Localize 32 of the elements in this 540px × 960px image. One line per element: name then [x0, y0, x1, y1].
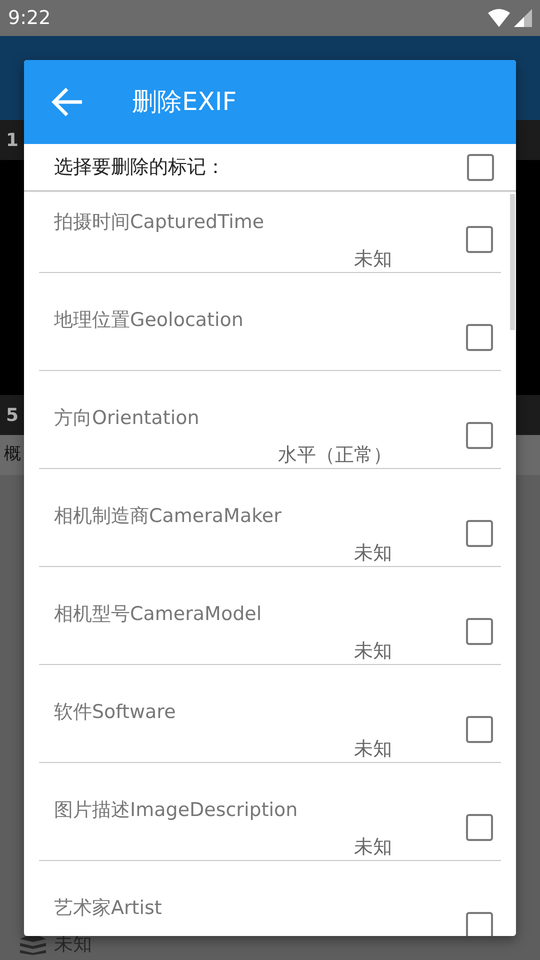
- tab-label[interactable]: 概: [4, 442, 21, 468]
- checkbox[interactable]: [466, 912, 493, 936]
- checkbox[interactable]: [466, 814, 493, 841]
- checkbox[interactable]: [466, 422, 493, 449]
- tag-value: 未知: [354, 247, 392, 272]
- tag-value: 未知: [354, 639, 392, 664]
- checkbox[interactable]: [466, 324, 493, 351]
- checkbox[interactable]: [466, 520, 493, 547]
- tag-value: 水平（正常）: [278, 443, 392, 468]
- tag-name: 相机制造商CameraMaker: [54, 504, 282, 529]
- signal-icon: [514, 9, 532, 27]
- tag-name: 艺术家Artist: [54, 896, 163, 921]
- tag-name: 图片描述ImageDescription: [54, 798, 299, 823]
- tag-name: 相机型号CameraModel: [54, 602, 263, 627]
- clock-time: 9:22: [8, 6, 51, 31]
- checkbox[interactable]: [467, 154, 494, 180]
- tag-name: 拍摄时间CapturedTime: [54, 210, 266, 235]
- checkbox[interactable]: [466, 618, 493, 645]
- checkbox[interactable]: [466, 226, 493, 253]
- select-all-label: 选择要删除的标记：: [54, 154, 225, 180]
- tag-value: 未知: [354, 835, 392, 860]
- checkbox[interactable]: [466, 716, 493, 743]
- tag-value: 未知: [354, 737, 392, 762]
- tag-name: 地理位置Geolocation: [54, 308, 244, 333]
- tag-name: 方向Orientation: [54, 406, 200, 431]
- tag-name: 软件Software: [54, 700, 177, 725]
- dialog-title: 删除EXIF: [132, 86, 237, 118]
- wifi-icon: [488, 9, 510, 27]
- back-button[interactable]: [50, 85, 84, 119]
- image-caption: 5: [6, 404, 19, 428]
- image-caption: 1: [6, 128, 19, 152]
- tag-value: 未知: [354, 541, 392, 566]
